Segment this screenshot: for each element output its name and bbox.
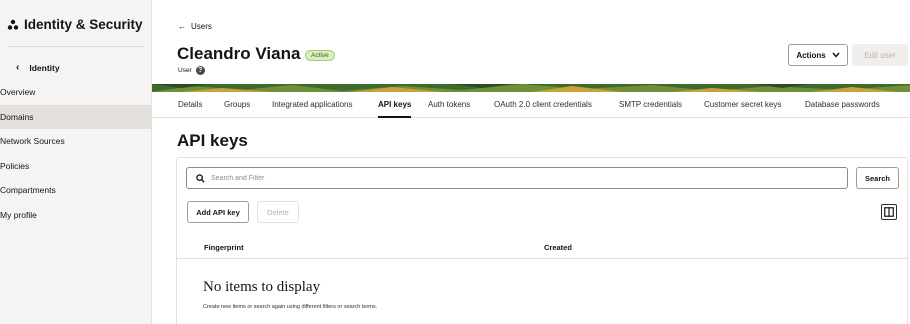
tab-auth-tokens[interactable]: Auth tokens [428,100,470,109]
search-field[interactable] [186,167,848,189]
sidebar-title: Identity & Security [24,17,143,32]
columns-icon [884,207,894,217]
sidebar-nav: Overview Domains Network Sources Policie… [0,80,151,227]
search-button[interactable]: Search [856,167,899,189]
chevron-left-icon: ‹ [16,62,20,73]
column-settings-icon[interactable] [881,204,897,220]
tab-customer-secret-keys[interactable]: Customer secret keys [704,100,781,109]
back-link-label: Users [191,22,212,31]
tab-smtp-credentials[interactable]: SMTP credentials [619,100,682,109]
column-header-created[interactable]: Created [544,243,572,252]
help-icon[interactable]: ? [195,66,205,75]
table-header: Fingerprint Created [177,234,907,259]
edit-user-button[interactable]: Edit user [852,44,908,66]
identity-logo-icon [7,19,19,30]
sidebar-header: Identity & Security [7,17,143,32]
section-title: API keys [177,131,248,150]
column-header-fingerprint[interactable]: Fingerprint [204,243,244,252]
delete-button[interactable]: Delete [257,201,299,223]
sidebar-back-link[interactable]: ‹ Identity [16,62,60,73]
api-keys-panel: Search Add API key Delete Fingerprint Cr… [176,157,908,324]
actions-label: Actions [796,50,826,60]
sidebar-item-network-sources[interactable]: Network Sources [0,129,151,154]
app-root: Identity & Security ‹ Identity Overview … [0,0,910,324]
sidebar-item-domains[interactable]: Domains [0,104,151,129]
sidebar-item-policies[interactable]: Policies [0,154,151,179]
search-input[interactable] [211,174,831,182]
empty-state-subtitle: Create new items or search again using d… [203,304,378,310]
sidebar-item-compartments[interactable]: Compartments [0,178,151,203]
sidebar-item-my-profile[interactable]: My profile [0,203,151,228]
add-api-key-button[interactable]: Add API key [187,201,249,223]
sidebar-divider [8,46,143,47]
chevron-down-icon [832,52,840,58]
tab-integrated-applications[interactable]: Integrated applications [272,100,353,109]
tab-bar: Details Groups Integrated applications A… [152,92,910,118]
user-type-row: User ? [178,66,205,75]
sidebar-item-overview[interactable]: Overview [0,80,151,105]
sidebar-back-label: Identity [29,62,60,73]
status-badge: Active [305,50,335,61]
empty-state-title: No items to display [203,279,321,295]
sidebar: Identity & Security ‹ Identity Overview … [0,0,152,324]
tab-api-keys[interactable]: API keys [378,100,411,109]
active-tab-indicator [378,116,411,118]
tab-oauth-client-credentials[interactable]: OAuth 2.0 client credentials [494,100,592,109]
actions-menu-button[interactable]: Actions [788,44,848,66]
search-icon [196,173,205,183]
tab-groups[interactable]: Groups [224,100,250,109]
main-content: ← Users Cleandro Viana Active User ? Act… [152,0,910,324]
decorative-banner [152,84,910,92]
user-type-label: User [178,67,192,74]
tab-database-passwords[interactable]: Database passwords [805,100,880,109]
arrow-left-icon: ← [178,22,186,31]
tab-details[interactable]: Details [178,100,202,109]
page-title: Cleandro Viana [177,44,301,63]
back-to-users-link[interactable]: ← Users [178,22,212,31]
